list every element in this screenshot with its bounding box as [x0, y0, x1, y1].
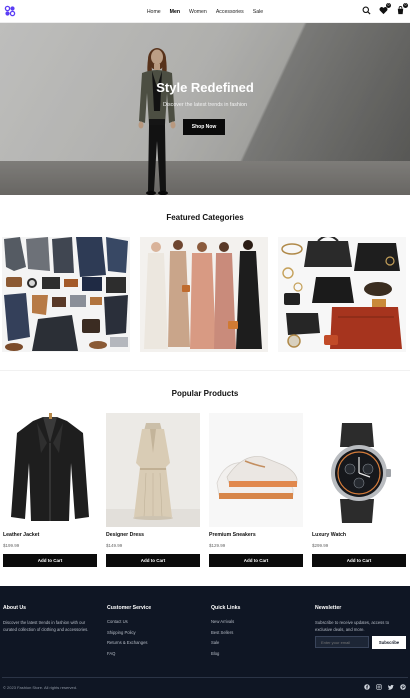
category-card-accessories[interactable]	[278, 237, 406, 352]
add-to-cart-button[interactable]: Add to Cart	[3, 554, 97, 567]
nav-men[interactable]: Men	[170, 9, 180, 15]
add-to-cart-button[interactable]: Add to Cart	[106, 554, 200, 567]
footer-link-contact[interactable]: Contact Us	[107, 619, 202, 624]
nav-sale[interactable]: Sale	[253, 9, 263, 15]
wishlist-count-badge: 0	[386, 3, 391, 8]
nav-accessories[interactable]: Accessories	[216, 9, 244, 15]
twitter-icon[interactable]	[387, 684, 394, 690]
cart-icon[interactable]: 0	[396, 3, 408, 15]
product-price: $199.99	[3, 543, 20, 548]
footer-newsletter-title: Newsletter	[315, 605, 342, 611]
product-price: $129.99	[209, 543, 226, 548]
header-actions: 0 0	[362, 3, 408, 15]
footer-divider	[2, 677, 408, 678]
footer-link-returns[interactable]: Returns & Exchanges	[107, 640, 202, 645]
heart-icon[interactable]: 0	[379, 3, 391, 15]
product-image-designer-dress[interactable]	[106, 413, 200, 527]
hero-subtitle: Discover the latest trends in fashion	[163, 102, 247, 108]
social-links	[364, 684, 406, 690]
product-card: Leather Jacket $199.99 Add to Cart	[3, 413, 97, 567]
add-to-cart-button[interactable]: Add to Cart	[312, 554, 406, 567]
category-card-women[interactable]	[140, 237, 268, 352]
product-name: Leather Jacket	[3, 532, 40, 538]
footer-link-blog[interactable]: Blog	[211, 651, 306, 656]
add-to-cart-button[interactable]: Add to Cart	[209, 554, 303, 567]
main-nav: Home Men Women Accessories Sale	[0, 0, 410, 23]
hero-title: Style Redefined	[156, 80, 254, 95]
product-name: Luxury Watch	[312, 532, 347, 538]
site-header: Home Men Women Accessories Sale 0 0	[0, 0, 410, 23]
hero-overlay	[0, 23, 410, 195]
cart-count-badge: 0	[403, 3, 408, 8]
product-image-leather-jacket[interactable]	[3, 413, 97, 527]
category-image-accessories	[278, 237, 406, 352]
footer-quick-links: Quick Links New Arrivals Best Sellers Sa…	[211, 605, 306, 661]
product-image-premium-sneakers[interactable]	[209, 413, 303, 527]
product-name: Designer Dress	[106, 532, 145, 538]
footer-link-sale[interactable]: Sale	[211, 640, 306, 645]
facebook-icon[interactable]	[364, 684, 370, 690]
instagram-icon[interactable]	[376, 684, 382, 690]
product-card: Premium Sneakers $129.99 Add to Cart	[209, 413, 303, 567]
category-card-men[interactable]	[2, 237, 130, 352]
nav-home[interactable]: Home	[147, 9, 161, 15]
subscribe-button[interactable]: Subscribe	[372, 636, 406, 649]
footer-customer-service: Customer Service Contact Us Shipping Pol…	[107, 605, 202, 661]
footer-link-new-arrivals[interactable]: New Arrivals	[211, 619, 306, 624]
footer-link-shipping[interactable]: Shipping Policy	[107, 630, 202, 635]
footer-link-faq[interactable]: FAQ	[107, 651, 202, 656]
footer-newsletter: Newsletter Subscribe to receive updates,…	[315, 605, 407, 633]
footer-quick-title: Quick Links	[211, 605, 241, 611]
product-price: $149.99	[106, 543, 123, 548]
footer-about: About Us Discover the latest trends in f…	[3, 605, 98, 633]
footer-about-text: Discover the latest trends in fashion wi…	[3, 620, 89, 632]
search-icon[interactable]	[362, 6, 371, 15]
newsletter-email-input[interactable]	[315, 636, 369, 648]
shop-now-button[interactable]: Shop Now	[183, 119, 225, 135]
category-image-menswear	[2, 237, 130, 352]
product-card: Luxury Watch $299.99 Add to Cart	[312, 413, 406, 567]
nav-women[interactable]: Women	[189, 9, 207, 15]
footer-service-title: Customer Service	[107, 605, 152, 611]
product-card: Designer Dress $149.99 Add to Cart	[106, 413, 200, 567]
copyright-text: © 2023 Fashion Store. All rights reserve…	[3, 685, 78, 690]
footer-newsletter-text: Subscribe to receive updates, access to …	[315, 620, 390, 632]
categories-title: Featured Categories	[166, 213, 244, 222]
product-name: Premium Sneakers	[209, 532, 256, 538]
hero-banner: Style Redefined Discover the latest tren…	[0, 23, 410, 195]
product-image-luxury-watch[interactable]	[312, 413, 406, 527]
pinterest-icon[interactable]	[400, 684, 406, 690]
footer-about-title: About Us	[3, 605, 27, 611]
category-image-womenswear	[140, 237, 268, 352]
products-title: Popular Products	[171, 389, 239, 398]
footer-link-best-sellers[interactable]: Best Sellers	[211, 630, 306, 635]
product-price: $299.99	[312, 543, 329, 548]
